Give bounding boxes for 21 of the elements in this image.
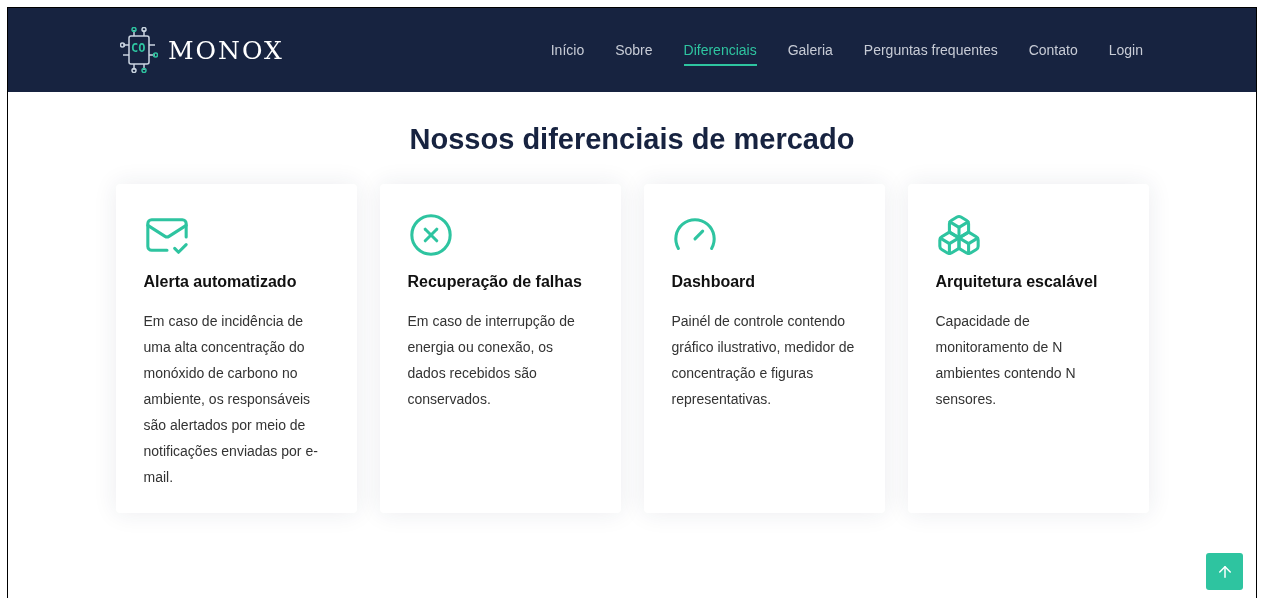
nav-link[interactable]: Perguntas frequentes <box>863 34 998 66</box>
section-title: Nossos diferenciais de mercado <box>409 125 855 154</box>
card-title: Alerta automatizado <box>143 272 298 292</box>
card-description: Capacidade de monitoramento de N ambientes contendo N sensores. <box>935 312 1077 409</box>
card-title: Arquitetura escalável <box>935 272 1099 292</box>
card-description: Em caso de incidência de uma alta concentração do monóxido de carbono no ambiente, os responsáveis são alertados por meio de notificações enviadas por e-mail. <box>143 312 319 487</box>
back-to-top-button[interactable] <box>1206 553 1243 590</box>
nav-link[interactable]: Início <box>550 34 585 66</box>
circle-x-icon <box>407 212 454 258</box>
card-description: Painél de controle contendo gráfico ilustrativo, medidor de concentração e figuras representativas. <box>671 312 856 409</box>
nav-link[interactable]: Galeria <box>787 34 833 66</box>
nav-link[interactable]: Sobre <box>615 34 653 66</box>
card-title: Recuperação de falhas <box>407 272 583 292</box>
card-description: Em caso de interrupção de energia ou conexão, os dados recebidos são conservados. <box>407 312 576 409</box>
nav-link[interactable]: Diferenciais <box>683 34 757 66</box>
card-title: Dashboard <box>671 272 757 292</box>
logo-letters: CO <box>131 42 146 54</box>
brand-name[interactable]: MONOX <box>168 37 284 63</box>
nav-link[interactable]: Login <box>1108 34 1143 66</box>
nav-link[interactable]: Contato <box>1028 34 1078 66</box>
cubes-icon <box>935 212 982 258</box>
